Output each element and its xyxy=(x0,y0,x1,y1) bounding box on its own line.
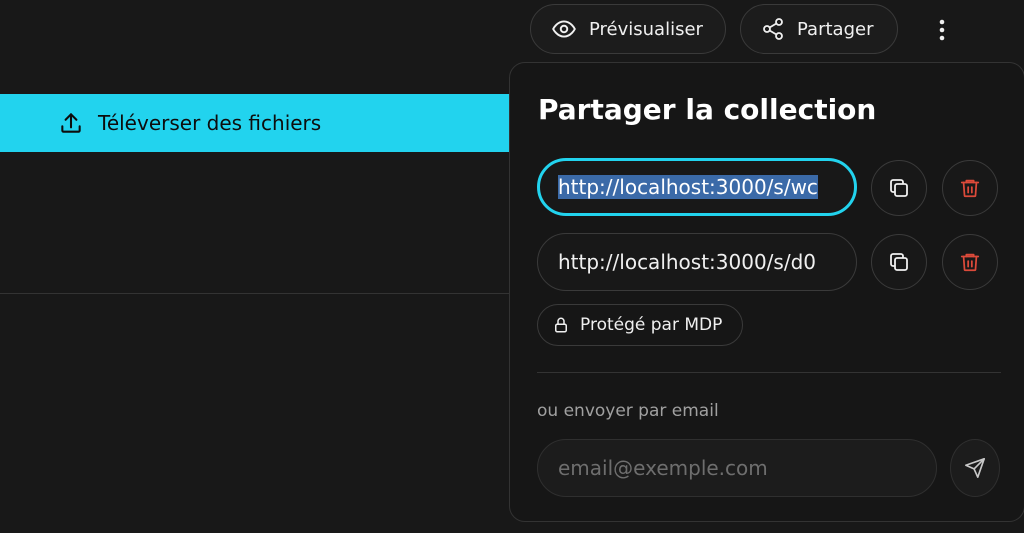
eye-icon xyxy=(551,16,577,42)
share-button-label: Partager xyxy=(797,18,874,40)
copy-icon xyxy=(887,250,911,274)
kebab-vertical-icon xyxy=(939,19,945,41)
upload-files-button[interactable]: Téléverser des fichiers xyxy=(0,94,510,152)
upload-icon xyxy=(58,110,84,136)
preview-button-label: Prévisualiser xyxy=(589,18,703,40)
password-badge-label: Protégé par MDP xyxy=(580,315,723,335)
divider xyxy=(0,293,512,294)
copy-link-button-1[interactable] xyxy=(871,160,927,216)
share-link-url: http://localhost:3000/s/wc xyxy=(558,175,818,199)
divider xyxy=(537,372,1001,373)
copy-link-button-2[interactable] xyxy=(871,234,927,290)
trash-icon xyxy=(959,251,981,273)
delete-link-button-2[interactable] xyxy=(942,234,998,290)
share-link-url: http://localhost:3000/s/d0 xyxy=(558,250,816,274)
share-collection-popover: Partager la collection http://localhost:… xyxy=(509,62,1024,522)
send-icon xyxy=(964,457,986,479)
share-link-field-2[interactable]: http://localhost:3000/s/d0 xyxy=(537,233,857,291)
send-email-button[interactable] xyxy=(950,439,1000,497)
upload-files-label: Téléverser des fichiers xyxy=(98,111,322,135)
email-section-label: ou envoyer par email xyxy=(537,401,719,421)
delete-link-button-1[interactable] xyxy=(942,160,998,216)
email-input[interactable] xyxy=(537,439,937,497)
lock-icon xyxy=(552,316,570,334)
panel-title: Partager la collection xyxy=(538,93,877,126)
share-button[interactable]: Partager xyxy=(740,4,898,54)
copy-icon xyxy=(887,176,911,200)
share-icon xyxy=(761,17,785,41)
trash-icon xyxy=(959,177,981,199)
more-options-button[interactable] xyxy=(922,10,962,50)
password-protected-badge[interactable]: Protégé par MDP xyxy=(537,304,744,346)
share-link-field-1[interactable]: http://localhost:3000/s/wc xyxy=(537,158,857,216)
preview-button[interactable]: Prévisualiser xyxy=(530,4,726,54)
